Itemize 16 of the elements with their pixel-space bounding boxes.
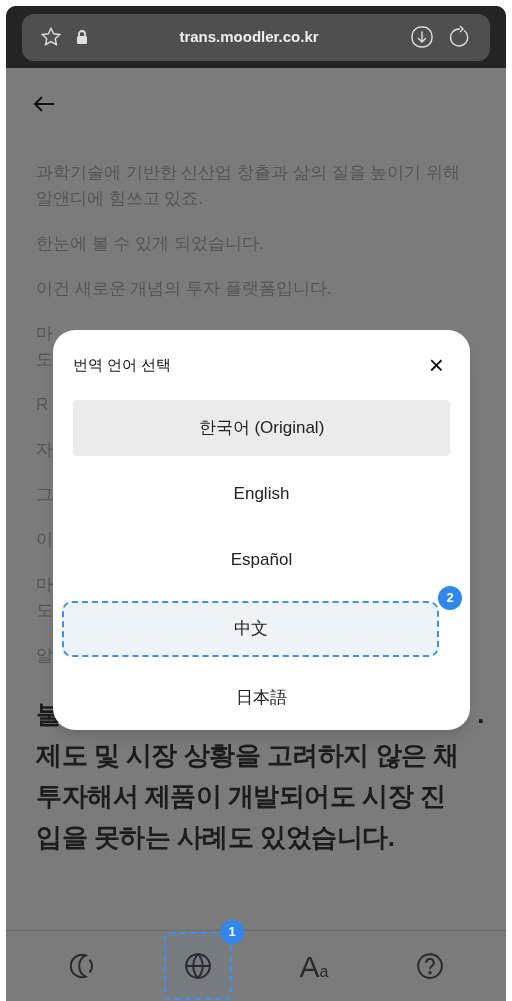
close-button[interactable]: × (428, 352, 444, 378)
download-icon[interactable] (410, 25, 434, 49)
url-text: trans.moodler.co.kr (178, 26, 320, 47)
back-arrow-icon[interactable] (32, 94, 56, 114)
globe-icon (183, 951, 213, 981)
help-icon (415, 951, 445, 981)
text-fragment: . (477, 698, 484, 731)
lock-icon (76, 30, 88, 44)
language-option[interactable]: 中文 (62, 601, 439, 657)
bold-paragraph: 제도 및 시장 상황을 고려하지 않은 채 투자해서 제품이 개발되어도 시장 진 입을 못하는 사례도 있었습니다. (36, 739, 459, 854)
step-badge: 2 (438, 586, 462, 610)
step-badge: 1 (220, 920, 244, 944)
star-icon[interactable] (40, 26, 62, 48)
dialog-title: 번역 언어 선택 (73, 354, 172, 375)
address-bar[interactable]: trans.moodler.co.kr (22, 13, 490, 61)
language-option[interactable]: 한국어 (Original) (73, 400, 450, 456)
